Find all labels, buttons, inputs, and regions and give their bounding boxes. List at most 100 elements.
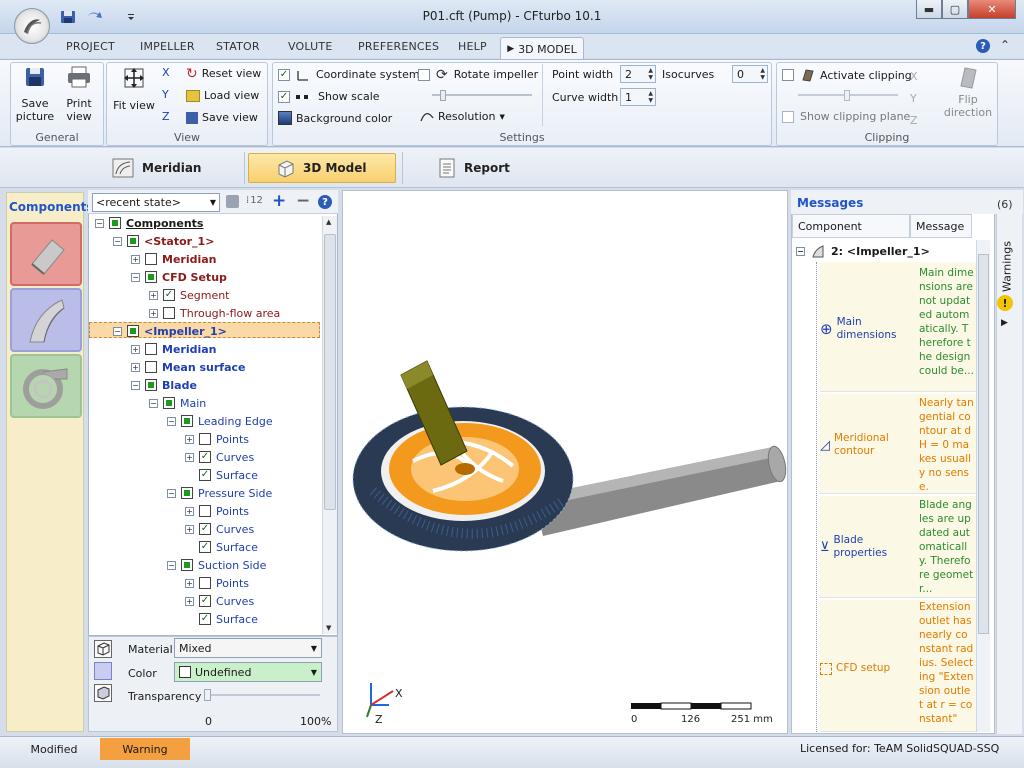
tree-item-ss-curves[interactable]: + ✓ Curves — [185, 592, 254, 610]
3d-viewport[interactable]: X Z 0 126 251 mm — [342, 190, 788, 734]
flip-direction-button[interactable]: Flip direction — [940, 64, 996, 128]
resolution-dropdown[interactable]: Resolution ▼ — [420, 110, 505, 123]
tree-item-impeller-meridian[interactable]: + Meridian — [131, 340, 217, 358]
recent-state-select[interactable]: <recent state> ▼ — [92, 193, 220, 212]
show-scale-toggle[interactable]: ✓ Show scale — [278, 90, 380, 103]
messages-scrollbar[interactable] — [976, 240, 990, 732]
coordinate-system-toggle[interactable]: ✓ Coordinate system — [278, 68, 420, 81]
transparency-slider[interactable] — [204, 689, 320, 701]
save-picture-button[interactable]: Save picture — [14, 66, 56, 130]
message-row[interactable]: ◿ Meridional contour Nearly tangential co… — [820, 394, 976, 494]
tab-impeller[interactable]: IMPELLER — [140, 40, 195, 53]
tree-item-ss-points[interactable]: + Points — [185, 574, 249, 592]
tab-preferences[interactable]: PREFERENCES — [358, 40, 439, 53]
tree-item-le-points[interactable]: + Points — [185, 430, 249, 448]
3d-model-view-button[interactable]: 3D Model — [248, 153, 396, 183]
tree-item-ps-curves[interactable]: + ✓ Curves — [185, 520, 254, 538]
tree-item-leading-edge[interactable]: − Leading Edge — [167, 412, 273, 430]
tab-help[interactable]: HELP — [458, 40, 487, 53]
solid-cube-icon[interactable] — [94, 684, 112, 702]
axis-x-icon[interactable]: X — [162, 66, 170, 79]
show-clipping-plane-toggle[interactable]: Show clipping plane — [782, 110, 910, 123]
clip-z-icon[interactable]: Z — [910, 110, 926, 132]
warning-icon[interactable]: ! — [997, 295, 1013, 311]
meridian-view-button[interactable]: Meridian — [104, 153, 240, 183]
rotate-speed-slider[interactable] — [432, 90, 532, 104]
tree-scrollbar[interactable]: ▲ ▼ — [322, 216, 337, 634]
coordinate-system-checkbox[interactable]: ✓ — [278, 68, 290, 81]
scrollbar-thumb[interactable] — [324, 234, 336, 510]
impeller-component-button[interactable] — [10, 288, 82, 352]
tab-3d-model[interactable]: ▶ 3D MODEL — [500, 37, 584, 60]
rotate-impeller-checkbox[interactable] — [418, 68, 430, 81]
tree-item-cfd-setup[interactable]: − CFD Setup — [131, 268, 227, 286]
slider-thumb[interactable] — [844, 90, 850, 101]
clip-x-icon[interactable]: X — [910, 66, 926, 88]
tree-item-le-surface[interactable]: ✓ Surface — [199, 466, 258, 484]
tab-volute[interactable]: VOLUTE — [288, 40, 333, 53]
stator-component-button[interactable] — [10, 222, 82, 286]
wireframe-cube-icon[interactable] — [94, 640, 112, 658]
tree-item-suction-side[interactable]: − Suction Side — [167, 556, 266, 574]
remove-icon[interactable]: − — [296, 191, 310, 211]
tree-item-le-curves[interactable]: + ✓ Curves — [185, 448, 254, 466]
save-view-button[interactable]: Save view — [186, 111, 258, 124]
isocurves-stepper[interactable]: 0 ▲ ▼ — [732, 65, 768, 83]
count-badge[interactable]: ⁞ 12 — [246, 195, 263, 206]
stop-icon[interactable] — [226, 195, 239, 208]
help-icon[interactable]: ? — [976, 39, 990, 53]
spin-arrows-icon[interactable]: ▲ ▼ — [648, 67, 653, 81]
message-row[interactable]: ⊻ Blade properties Blade angles are updat… — [820, 496, 976, 598]
activate-clipping-checkbox[interactable] — [782, 69, 794, 81]
expand-right-icon[interactable]: ▶ — [1001, 318, 1008, 328]
tree-help-icon[interactable]: ? — [318, 195, 332, 209]
maximize-button[interactable]: ▢ — [942, 0, 968, 19]
fit-view-button[interactable]: Fit view — [112, 66, 156, 130]
tree-item-impeller[interactable]: − <Impeller_1> — [113, 322, 227, 340]
rotate-impeller-toggle[interactable]: ⟳ Rotate impeller — [418, 68, 538, 82]
tree-item-main[interactable]: − Main — [149, 394, 206, 412]
show-scale-checkbox[interactable]: ✓ — [278, 90, 290, 103]
column-component[interactable]: Component — [792, 214, 910, 238]
status-warning[interactable]: Warning — [100, 738, 190, 760]
show-clipping-plane-checkbox[interactable] — [782, 110, 794, 123]
reset-view-button[interactable]: ↻ Reset view — [186, 67, 261, 81]
tree-item-blade[interactable]: − Blade — [131, 376, 197, 394]
activate-clipping-toggle[interactable]: Activate clipping — [782, 68, 912, 82]
axis-z-icon[interactable]: Z — [162, 110, 170, 123]
message-row[interactable]: ⊕ Main dimensions Main dimensions are not… — [820, 262, 976, 392]
print-view-button[interactable]: Print view — [58, 66, 100, 130]
pump-3d-model[interactable]: X Z 0 126 251 mm — [343, 191, 789, 735]
column-message[interactable]: Message — [910, 214, 972, 238]
load-view-button[interactable]: Load view — [186, 89, 259, 102]
message-row[interactable]: CFD setup Extension outlet has nearly co… — [820, 600, 976, 732]
tab-stator[interactable]: STATOR — [216, 40, 260, 53]
material-select[interactable]: Mixed ▼ — [174, 638, 322, 658]
tree-item-components[interactable]: − Components — [95, 216, 203, 232]
warnings-side-panel[interactable] — [996, 214, 1022, 734]
minimize-button[interactable]: ▬ — [916, 0, 942, 19]
shaded-cube-icon[interactable] — [94, 662, 112, 680]
clipping-slider[interactable] — [798, 90, 898, 104]
scroll-up-icon[interactable]: ▲ — [326, 218, 331, 226]
warnings-vertical-label[interactable]: Warnings — [997, 232, 1017, 292]
scrollbar-thumb[interactable] — [978, 254, 989, 634]
color-select[interactable]: Undefined ▼ — [174, 662, 322, 682]
tree-item-ps-surface[interactable]: ✓ Surface — [199, 538, 258, 556]
tree-item-ps-points[interactable]: + Points — [185, 502, 249, 520]
add-icon[interactable]: + — [272, 191, 286, 211]
ribbon-collapse-icon[interactable]: ⌃ — [1000, 38, 1010, 52]
app-logo-icon[interactable] — [14, 8, 50, 44]
curve-width-stepper[interactable]: 1 ▲ ▼ — [620, 88, 656, 106]
clip-y-icon[interactable]: Y — [910, 88, 926, 110]
report-view-button[interactable]: Report — [430, 153, 550, 183]
slider-thumb[interactable] — [440, 90, 446, 101]
point-width-stepper[interactable]: 2 ▲ ▼ — [620, 65, 656, 83]
close-button[interactable]: ✕ — [968, 0, 1016, 19]
background-color-button[interactable]: Background color — [278, 111, 392, 125]
tree-item-ss-surface[interactable]: ✓ Surface — [199, 610, 258, 628]
tree-item-stator-meridian[interactable]: + Meridian — [131, 250, 217, 268]
tab-project[interactable]: PROJECT — [66, 40, 115, 53]
tree-item-stator[interactable]: − <Stator_1> — [113, 232, 214, 250]
tree-item-pressure-side[interactable]: − Pressure Side — [167, 484, 272, 502]
